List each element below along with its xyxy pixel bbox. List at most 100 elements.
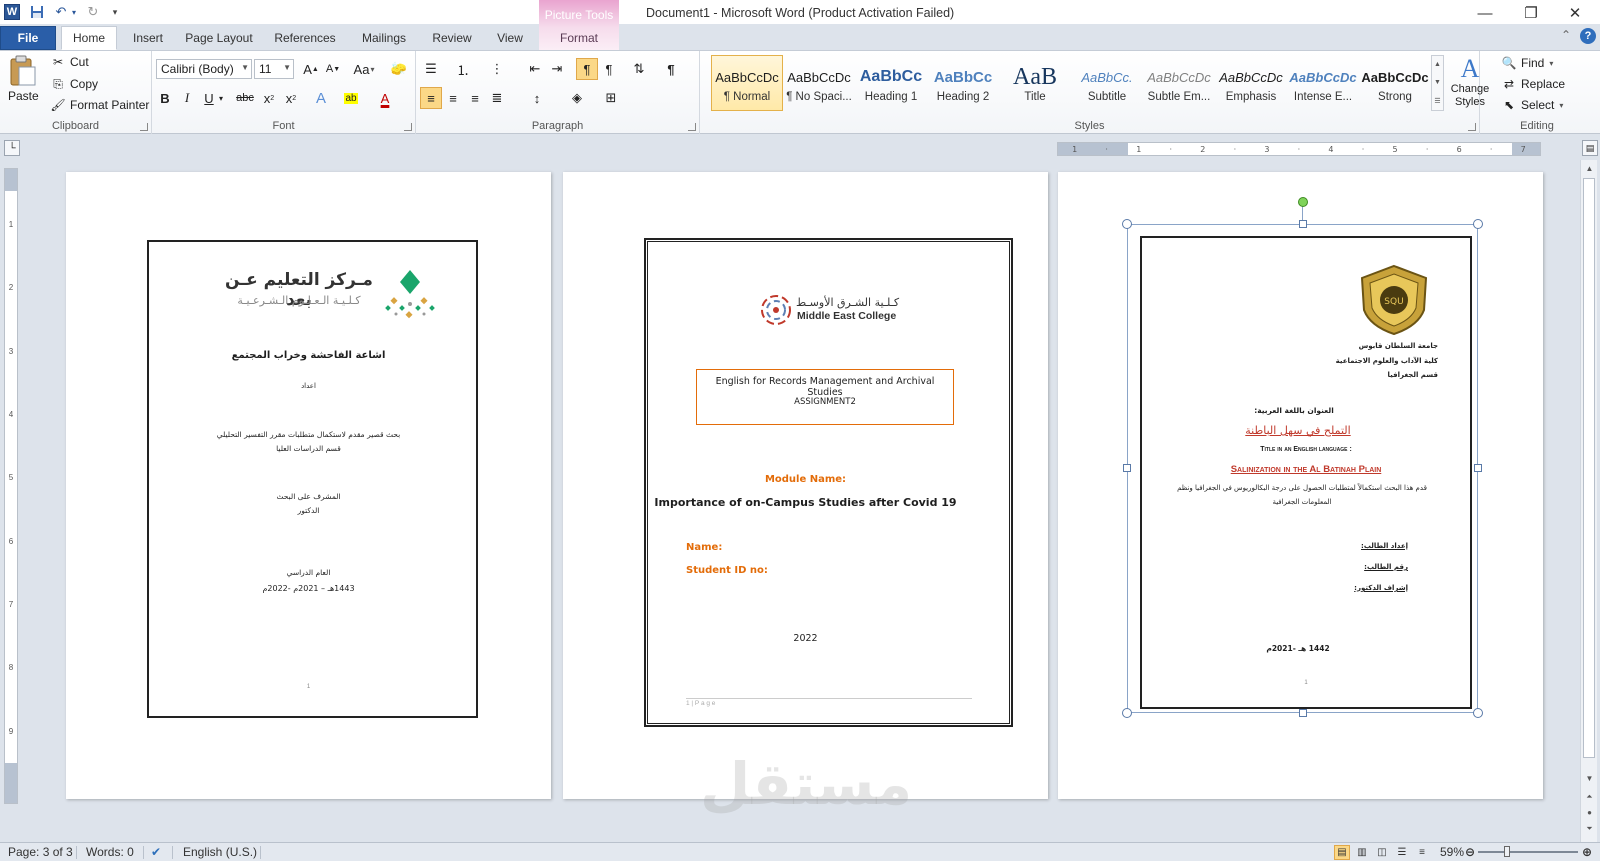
page-count[interactable]: Page: 3 of 3 [8,845,73,859]
style-intense-emphasis[interactable]: AaBbCcDc Intense E... [1287,55,1359,111]
replace-button[interactable]: ⇄ Replace [1501,76,1565,92]
tab-view[interactable]: View [486,26,534,50]
print-layout-icon[interactable]: ▤ [1334,845,1350,860]
tab-format[interactable]: Format [545,26,613,50]
strikethrough-button[interactable]: abc [232,87,258,109]
justify-icon[interactable]: ≣ [486,87,508,109]
change-case-button[interactable]: Aa ▾ [350,58,378,80]
scroll-up-icon[interactable]: ▲ [1583,162,1596,175]
style-normal[interactable]: AaBbCcDc ¶ Normal [711,55,783,111]
proofing-icon[interactable]: ✔ [151,845,161,859]
shrink-font-icon[interactable]: A ▼ [322,58,344,80]
resize-handle-icon[interactable] [1474,464,1482,472]
chevron-up-icon[interactable]: ▲ [1434,61,1441,68]
font-color-icon[interactable]: A [374,87,396,109]
outline-icon[interactable]: ☰ [1394,845,1410,860]
tab-references[interactable]: References [266,26,344,50]
style-subtle-emphasis[interactable]: AaBbCcDc Subtle Em... [1143,55,1215,111]
font-size-combo[interactable]: 11 ▼ [254,59,294,79]
ltr-direction-icon[interactable]: ¶ [576,58,598,80]
draft-icon[interactable]: ≡ [1414,845,1430,860]
clipboard-launcher-icon[interactable] [140,123,148,131]
subscript-icon[interactable]: x2 [258,87,280,109]
sort-icon[interactable]: ⇅ [628,58,650,80]
paste-button[interactable]: Paste [8,55,39,103]
rotate-handle-icon[interactable] [1298,197,1308,207]
highlight-icon[interactable]: ab [340,87,362,109]
resize-handle-icon[interactable] [1299,220,1307,228]
scroll-thumb[interactable] [1583,178,1595,758]
previous-page-icon[interactable]: ⏶ [1583,790,1596,803]
tab-insert[interactable]: Insert [123,26,173,50]
page-3[interactable]: SQU جامعة السلطان قابوس كلية الآداب والع… [1058,172,1543,799]
scroll-down-icon[interactable]: ▼ [1583,772,1596,785]
cut-button[interactable]: ✂ Cut [50,54,89,70]
redo-icon[interactable]: ↻ [84,3,102,21]
styles-launcher-icon[interactable] [1468,123,1476,131]
align-left-icon[interactable]: ≡ [420,87,442,109]
help-icon[interactable]: ? [1580,28,1596,44]
resize-handle-icon[interactable] [1122,708,1132,718]
vertical-ruler[interactable]: 123456789 [4,168,18,804]
increase-indent-icon[interactable]: ⇥ [546,58,568,80]
style-title[interactable]: AaB Title [999,55,1071,111]
page-1[interactable]: مـركز التعليم عـن بعد كـلـيـة الـعـلـوم … [66,172,551,799]
style-emphasis[interactable]: AaBbCcDc Emphasis [1215,55,1287,111]
resize-handle-icon[interactable] [1473,219,1483,229]
style-no-spacing[interactable]: AaBbCcDc ¶ No Spaci... [783,55,855,111]
customize-icon[interactable]: ▾ [106,3,124,21]
tab-review[interactable]: Review [423,26,481,50]
style-strong[interactable]: AaBbCcDc Strong [1359,55,1431,111]
web-layout-icon[interactable]: ◫ [1374,845,1390,860]
font-launcher-icon[interactable] [404,123,412,131]
more-icon[interactable]: ☰ [1434,97,1440,105]
close-icon[interactable]: ✕ [1555,2,1595,24]
restore-icon[interactable]: ❐ [1511,2,1551,24]
font-name-combo[interactable]: Calibri (Body) ▼ [156,59,252,79]
zoom-slider-thumb[interactable] [1504,846,1510,857]
text-effects-icon[interactable]: A [310,87,332,109]
word-icon[interactable]: W [4,4,20,20]
underline-dropdown-icon[interactable]: ▾ [216,87,226,109]
save-icon[interactable] [28,3,46,21]
browse-object-icon[interactable]: ● [1583,806,1596,819]
next-page-icon[interactable]: ⏷ [1583,822,1596,835]
word-count[interactable]: Words: 0 [86,845,134,859]
grow-font-icon[interactable]: A ▲ [300,58,322,80]
zoom-level[interactable]: 59% [1440,845,1464,859]
resize-handle-icon[interactable] [1473,708,1483,718]
chevron-down-icon[interactable]: ▼ [1434,79,1441,86]
tab-file[interactable]: File [0,26,56,50]
align-center-icon[interactable]: ≡ [442,87,464,109]
zoom-slider[interactable] [1478,851,1578,853]
style-subtitle[interactable]: AaBbCc. Subtitle [1071,55,1143,111]
change-styles-button[interactable]: A Change Styles [1448,55,1492,109]
full-screen-reading-icon[interactable]: ▥ [1354,845,1370,860]
minimize-ribbon-icon[interactable]: ⌃ [1561,28,1571,42]
borders-icon[interactable]: ⊞ [600,87,622,109]
bold-button[interactable]: B [154,87,176,109]
paragraph-launcher-icon[interactable] [688,123,696,131]
resize-handle-icon[interactable] [1123,464,1131,472]
zoom-out-icon[interactable]: ⊖ [1465,845,1475,859]
horizontal-ruler[interactable]: 1 · 1 · 2 · 3 · 4 · 5 · 6 · 7 [1057,142,1541,156]
decrease-indent-icon[interactable]: ⇤ [524,58,546,80]
undo-icon[interactable]: ↶ [52,3,70,21]
style-heading-1[interactable]: AaBbCc Heading 1 [855,55,927,111]
style-heading-2[interactable]: AaBbCc Heading 2 [927,55,999,111]
shading-icon[interactable]: ◈ [566,87,588,109]
picture-selection-box[interactable] [1127,224,1478,713]
minimize-icon[interactable]: — [1465,2,1505,24]
tab-page-layout[interactable]: Page Layout [180,26,258,50]
find-button[interactable]: 🔍 Find ▾ [1501,55,1554,71]
bullets-icon[interactable]: ☰ [420,58,442,80]
vertical-scrollbar[interactable]: ▲ ▼ ⏶ ● ⏷ [1580,160,1597,842]
rtl-direction-icon[interactable]: ¶ [598,58,620,80]
align-right-icon[interactable]: ≡ [464,87,486,109]
show-formatting-icon[interactable]: ¶ [660,58,682,80]
tab-selector-icon[interactable]: └ [4,140,20,156]
copy-button[interactable]: ⎘ Copy [50,76,98,92]
select-button[interactable]: ⬉ Select ▾ [1501,97,1563,113]
line-spacing-icon[interactable]: ↕ [526,87,548,109]
tab-mailings[interactable]: Mailings [352,26,416,50]
